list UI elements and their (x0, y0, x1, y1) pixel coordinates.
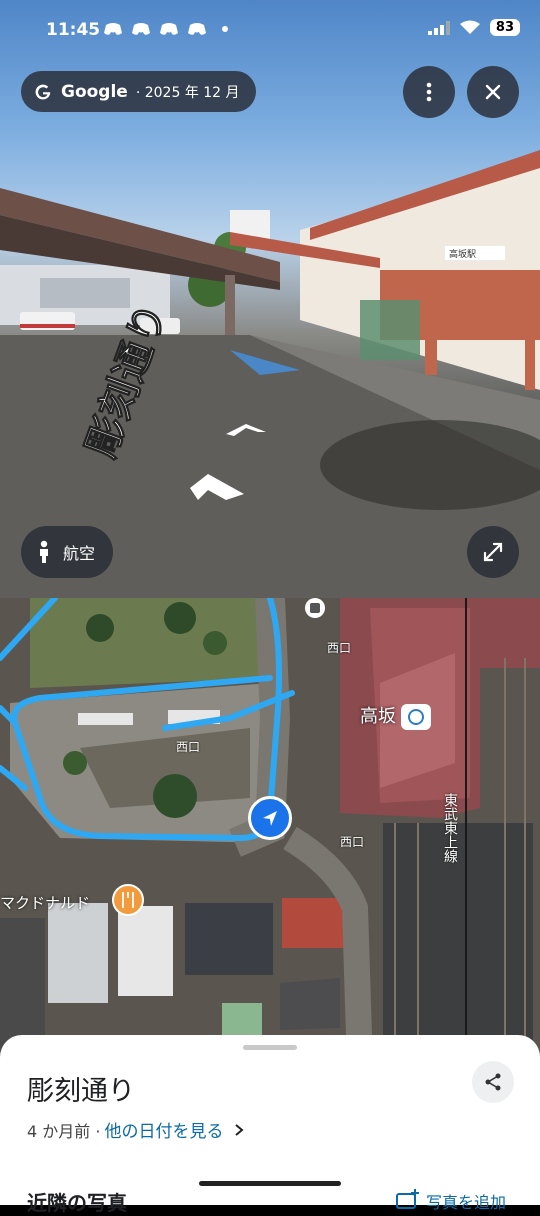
station-marker[interactable] (401, 704, 431, 730)
status-bar: 11:45 83 (0, 0, 540, 62)
map-label-station: 高坂 (360, 706, 396, 727)
station-sign-text: 高坂駅 (449, 248, 476, 260)
close-icon (485, 84, 501, 100)
capture-age: 4 か月前 · (27, 1121, 101, 1141)
close-button[interactable] (467, 66, 519, 118)
capture-info-row: 4 か月前 · 他の日付を見る (27, 1117, 245, 1142)
map-view[interactable]: 西口 西口 高坂 東武東上線 西口 マクドナルド (0, 598, 540, 1068)
current-position-marker[interactable] (248, 796, 292, 840)
more-options-button[interactable] (403, 66, 455, 118)
share-button[interactable] (472, 1061, 514, 1103)
map-label-west-exit-top: 西口 (327, 641, 352, 655)
map-label-west-exit-side: 西口 (340, 835, 365, 849)
battery-level: 83 (489, 19, 520, 36)
discord-notification-icon (160, 23, 178, 35)
more-vert-icon (426, 82, 432, 102)
add-photo-label: 写真を追加 (426, 1193, 507, 1212)
brand-text: Google (61, 81, 128, 102)
google-date-pill[interactable]: Google · 2025 年 12 月 (21, 71, 256, 112)
map-label-mcdonalds: マクドナルド (0, 894, 91, 912)
google-g-icon (35, 84, 51, 99)
capture-date: · 2025 年 12 月 (135, 84, 240, 101)
map-label-rail-line: 東武東上線 (442, 793, 458, 863)
transit-marker-top[interactable] (305, 598, 325, 618)
add-photo-button[interactable]: 写真を追加 (396, 1189, 506, 1213)
pegman-icon (40, 540, 48, 563)
more-notifications-dot (222, 26, 228, 32)
aerial-view-toggle[interactable]: 航空 (21, 526, 114, 578)
cellular-signal-icon (427, 20, 450, 35)
home-indicator[interactable] (199, 1181, 341, 1186)
add-photo-icon (396, 1189, 419, 1209)
nearby-photos-heading: 近隣の写真 (27, 1191, 127, 1215)
expand-icon (483, 542, 503, 562)
discord-notification-icon (104, 23, 122, 35)
navigation-arrow-icon (263, 811, 277, 826)
aerial-label: 航空 (63, 544, 96, 563)
discord-notification-icon (188, 23, 206, 35)
map-label-west-exit-mid: 西口 (176, 740, 201, 754)
place-title: 彫刻通り (27, 1076, 135, 1107)
street-view-panel[interactable]: 高坂駅 彫刻通り 11:45 83 Google · 2025 年 12 月 航… (0, 0, 540, 598)
info-bottom-sheet[interactable]: 彫刻通り 4 か月前 · 他の日付を見る 近隣の写真 写真を追加 (0, 1035, 540, 1215)
share-icon (485, 1073, 501, 1091)
restaurant-marker[interactable] (112, 884, 144, 916)
discord-notification-icon (132, 23, 150, 35)
sheet-drag-handle[interactable] (243, 1045, 297, 1050)
fullscreen-button[interactable] (467, 526, 519, 578)
status-time: 11:45 (46, 20, 101, 40)
other-dates-link[interactable]: 他の日付を見る (104, 1117, 223, 1142)
wifi-icon (459, 20, 480, 34)
chevron-right-icon[interactable] (233, 1123, 245, 1137)
